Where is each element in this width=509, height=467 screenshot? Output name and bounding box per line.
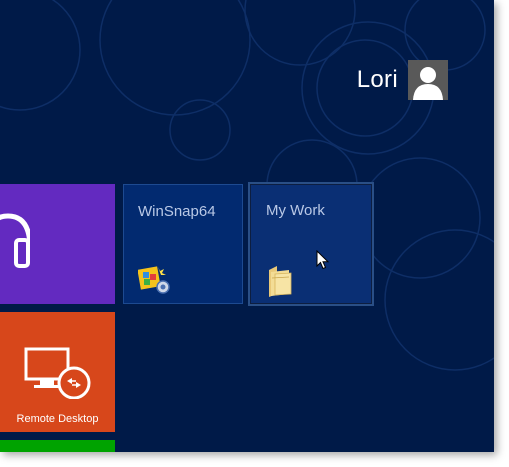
headphones-icon (0, 213, 30, 268)
start-screen: Lori WinSnap64 My Work Remote Desktop (0, 0, 494, 452)
tile-remote-desktop-label: Remote Desktop (16, 413, 99, 425)
winsnap-app-icon (138, 266, 170, 294)
tile-remote-desktop[interactable]: Remote Desktop (0, 312, 115, 432)
tile-my-work-label: My Work (266, 202, 325, 219)
mouse-cursor-icon (316, 250, 330, 270)
user-account[interactable]: Lori (357, 60, 448, 100)
user-silhouette-icon (408, 60, 448, 100)
remote-desktop-icon (24, 347, 91, 399)
tile-music[interactable] (0, 184, 115, 304)
tile-green[interactable] (0, 440, 115, 452)
folder-icon (269, 266, 292, 297)
user-name: Lori (356, 66, 398, 93)
tile-winsnap[interactable]: WinSnap64 (123, 184, 243, 304)
tile-my-work[interactable]: My Work (248, 182, 374, 306)
tile-winsnap-label: WinSnap64 (138, 203, 216, 220)
